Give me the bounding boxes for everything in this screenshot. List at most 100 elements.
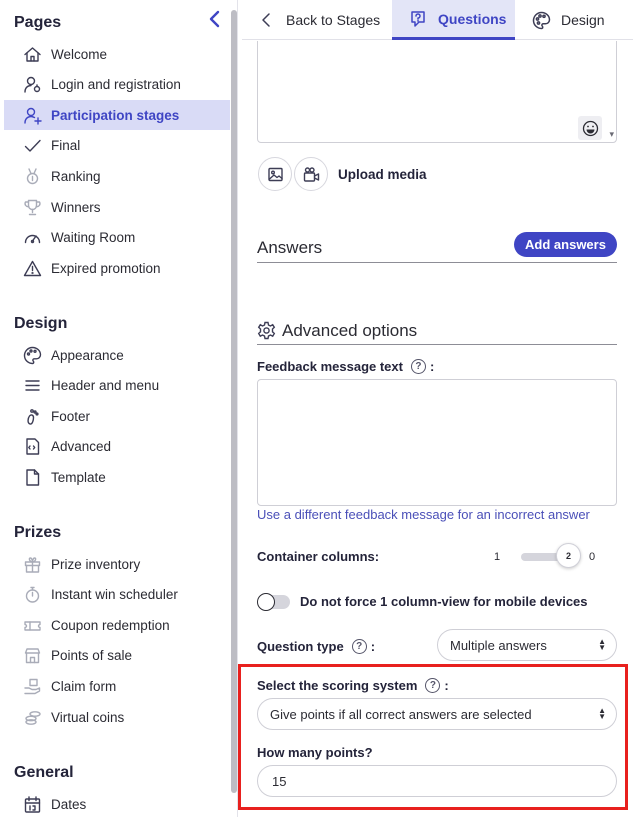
sidebar-item-login-and-registration[interactable]: Login and registration bbox=[4, 70, 230, 100]
columns-slider-thumb[interactable]: 2 bbox=[556, 543, 581, 568]
sidebar-item-winners[interactable]: Winners bbox=[4, 192, 230, 222]
sidebar-item-ranking[interactable]: Ranking bbox=[4, 161, 230, 191]
question-type-select[interactable]: Multiple answers ▲ ▼ bbox=[437, 629, 617, 661]
coins-icon bbox=[22, 707, 42, 727]
sidebar-item-label: Footer bbox=[51, 408, 91, 424]
sidebar-item-label: Instant win scheduler bbox=[51, 587, 178, 603]
section-title-pages: Pages bbox=[14, 14, 62, 31]
section-title-general: General bbox=[14, 764, 74, 781]
select-arrows-icon: ▲ ▼ bbox=[598, 637, 606, 652]
sidebar-item-label: Prize inventory bbox=[51, 556, 141, 572]
sidebar-item-participation-stages[interactable]: Participation stages bbox=[4, 100, 230, 131]
sidebar-item-dates[interactable]: Dates bbox=[4, 789, 230, 817]
stopwatch-icon bbox=[22, 585, 42, 605]
question-editor: ▾ Upload media Answers Add answers Advan… bbox=[242, 41, 633, 817]
answers-title: Answers bbox=[257, 238, 323, 257]
sidebar-item-label: Winners bbox=[51, 199, 101, 215]
upload-media-label: Upload media bbox=[338, 167, 427, 182]
sidebar-item-label: Waiting Room bbox=[51, 230, 136, 246]
sidebar-item-advanced[interactable]: Advanced bbox=[4, 432, 230, 462]
code-doc-icon bbox=[22, 437, 42, 457]
question-text-editor[interactable]: ▾ bbox=[257, 41, 617, 143]
check-icon bbox=[22, 136, 42, 156]
scoring-label-row: Select the scoring system ? : bbox=[257, 678, 449, 693]
feedback-help-icon[interactable]: ? bbox=[410, 359, 426, 374]
back-to-stages-tab[interactable]: Back to Stages bbox=[260, 0, 395, 40]
sidebar-item-points-of-sale[interactable]: Points of sale bbox=[4, 641, 230, 671]
coupon-icon bbox=[22, 615, 42, 635]
upload-video-button[interactable] bbox=[294, 157, 328, 191]
columns-max-label: 0 bbox=[589, 551, 596, 563]
sidebar-scrollbar[interactable] bbox=[231, 10, 237, 793]
question-type-help-icon[interactable]: ? bbox=[351, 639, 367, 654]
scoring-colon: : bbox=[444, 678, 449, 693]
sidebar: Pages Welcome Login and registration Partic… bbox=[0, 0, 238, 817]
section-title-design: Design bbox=[14, 315, 68, 332]
scoring-system-value: Give points if all correct answers are s… bbox=[270, 706, 532, 722]
resize-handle-icon[interactable]: ▾ bbox=[609, 129, 614, 140]
collapse-sidebar-button[interactable] bbox=[203, 8, 225, 30]
container-columns-label: Container columns: bbox=[257, 549, 380, 564]
points-label: How many points? bbox=[257, 745, 373, 760]
home-icon bbox=[22, 44, 42, 64]
columns-min-label: 1 bbox=[494, 551, 501, 563]
sidebar-item-label: Ranking bbox=[51, 168, 101, 184]
emoji-picker-button[interactable] bbox=[578, 116, 602, 140]
sidebar-item-final[interactable]: Final bbox=[4, 131, 230, 161]
sidebar-item-label: Coupon redemption bbox=[51, 617, 170, 633]
feedback-colon: : bbox=[429, 359, 435, 374]
points-input[interactable] bbox=[257, 765, 617, 797]
tab-design[interactable]: Design bbox=[532, 0, 632, 40]
hand-box-icon bbox=[22, 676, 42, 696]
footprint-icon bbox=[22, 406, 42, 426]
scoring-help-icon[interactable]: ? bbox=[425, 678, 441, 693]
feedback-message-label: Feedback message text bbox=[257, 359, 403, 374]
sidebar-item-claim-form[interactable]: Claim form bbox=[4, 671, 230, 701]
sidebar-item-virtual-coins[interactable]: Virtual coins bbox=[4, 702, 230, 732]
question-bubble-icon bbox=[411, 10, 425, 27]
feedback-label-row: Feedback message text ? : bbox=[257, 359, 434, 374]
sidebar-item-label: Header and menu bbox=[51, 378, 160, 394]
feedback-message-input[interactable] bbox=[257, 379, 617, 506]
medal-icon bbox=[22, 166, 42, 186]
warning-icon bbox=[22, 258, 42, 278]
back-to-stages-label: Back to Stages bbox=[286, 12, 381, 28]
mobile-column-toggle[interactable] bbox=[257, 593, 290, 611]
sidebar-item-welcome[interactable]: Welcome bbox=[4, 39, 230, 69]
tab-questions-label: Questions bbox=[438, 10, 507, 27]
sidebar-item-waiting-room[interactable]: Waiting Room bbox=[4, 223, 230, 253]
sidebar-item-header-and-menu[interactable]: Header and menu bbox=[4, 371, 230, 401]
sidebar-item-template[interactable]: Template bbox=[4, 462, 230, 492]
sidebar-item-label: Expired promotion bbox=[51, 260, 161, 276]
sidebar-item-label: Appearance bbox=[51, 347, 124, 363]
palette-icon bbox=[532, 11, 551, 29]
question-type-value: Multiple answers bbox=[450, 637, 547, 653]
section-title-prizes: Prizes bbox=[14, 524, 62, 541]
gift-icon bbox=[22, 554, 42, 574]
add-answers-button[interactable]: Add answers bbox=[514, 232, 617, 257]
chevron-left-icon bbox=[262, 13, 270, 27]
sidebar-item-label: Participation stages bbox=[51, 107, 180, 123]
sidebar-item-instant-win-scheduler[interactable]: Instant win scheduler bbox=[4, 580, 230, 610]
tab-questions[interactable]: Questions bbox=[392, 0, 515, 40]
sidebar-item-prize-inventory[interactable]: Prize inventory bbox=[4, 549, 230, 579]
store-icon bbox=[22, 646, 42, 666]
sidebar-item-footer[interactable]: Footer bbox=[4, 401, 230, 431]
gear-icon bbox=[257, 321, 276, 340]
image-icon bbox=[267, 167, 283, 181]
menu-icon bbox=[22, 376, 42, 396]
stage-tabs: Back to Stages Questions Design bbox=[242, 0, 633, 40]
sidebar-item-coupon-redemption[interactable]: Coupon redemption bbox=[4, 610, 230, 640]
sidebar-item-label: Advanced bbox=[51, 439, 112, 455]
sidebar-item-label: Template bbox=[51, 469, 106, 485]
question-type-label: Question type bbox=[257, 639, 344, 654]
sidebar-item-appearance[interactable]: Appearance bbox=[4, 340, 230, 370]
sidebar-item-expired-promotion[interactable]: Expired promotion bbox=[4, 253, 230, 283]
question-type-colon: : bbox=[370, 639, 376, 654]
upload-image-button[interactable] bbox=[258, 157, 292, 191]
user-key-icon bbox=[22, 75, 42, 95]
toggle-knob bbox=[257, 593, 275, 611]
scoring-system-select[interactable]: Give points if all correct answers are s… bbox=[257, 698, 617, 730]
incorrect-feedback-link[interactable]: Use a different feedback message for an … bbox=[257, 507, 590, 522]
calendar-icon bbox=[22, 794, 42, 814]
